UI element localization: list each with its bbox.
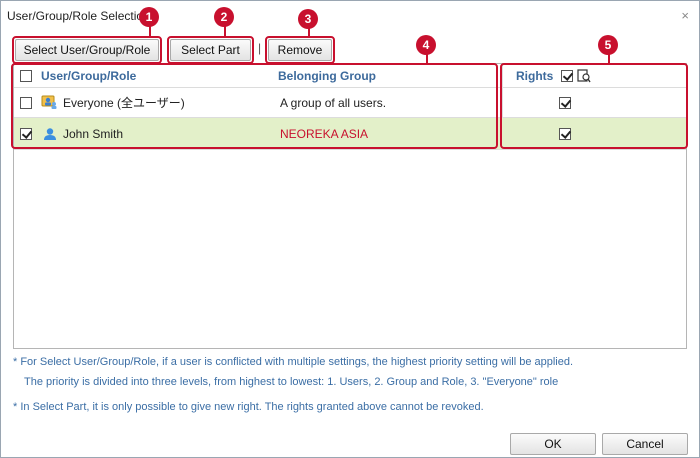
note-priority-levels: The priority is divided into three level… bbox=[24, 376, 559, 388]
close-icon[interactable]: × bbox=[681, 8, 689, 23]
callout-badge-2: 2 bbox=[214, 7, 234, 27]
callout-frame-3 bbox=[265, 36, 335, 64]
user-group-role-dialog: User/Group/Role Selection × Select User/… bbox=[0, 0, 700, 458]
note-priority-rule: * For Select User/Group/Role, if a user … bbox=[13, 356, 574, 368]
toolbar-separator: | bbox=[258, 41, 262, 55]
callout-badge-5: 5 bbox=[598, 35, 618, 55]
callout-frame-2 bbox=[167, 36, 254, 64]
callout-badge-3: 3 bbox=[298, 9, 318, 29]
cancel-button[interactable]: Cancel bbox=[602, 433, 688, 455]
ok-button[interactable]: OK bbox=[510, 433, 596, 455]
title-bar: User/Group/Role Selection × bbox=[1, 1, 699, 31]
callout-frame-5 bbox=[500, 63, 688, 149]
callout-frame-1 bbox=[12, 36, 162, 64]
note-select-part: * In Select Part, it is only possible to… bbox=[13, 401, 484, 413]
callout-badge-4: 4 bbox=[416, 35, 436, 55]
callout-frame-4 bbox=[11, 63, 498, 149]
dialog-title: User/Group/Role Selection bbox=[7, 9, 150, 23]
callout-badge-1: 1 bbox=[139, 7, 159, 27]
